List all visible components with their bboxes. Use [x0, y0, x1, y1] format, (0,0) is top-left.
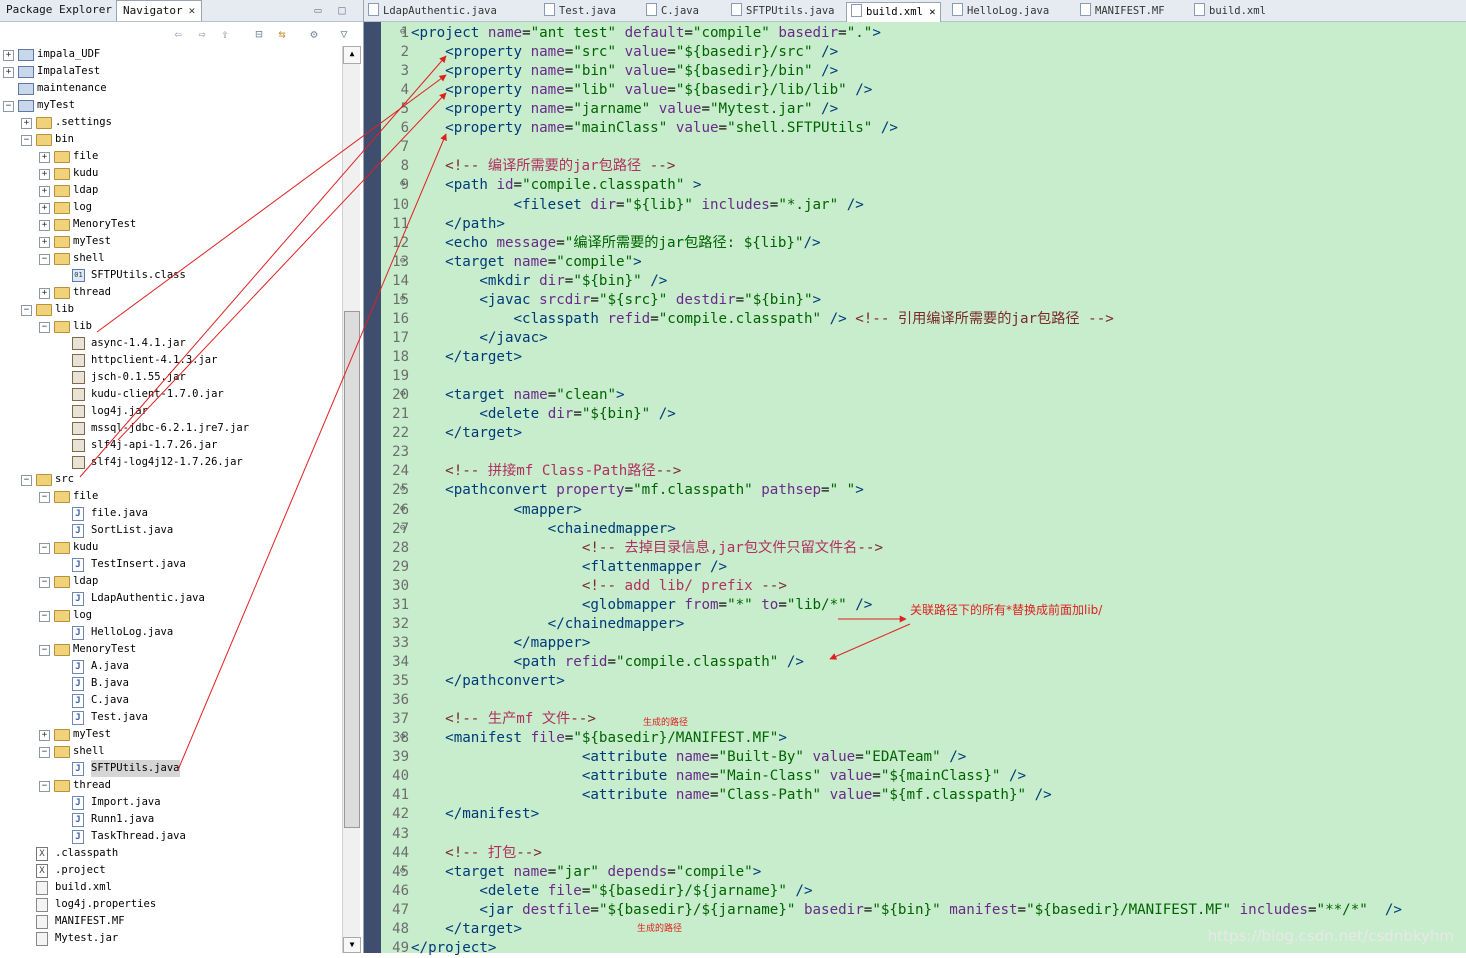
annotation-arrows [79, 55, 911, 771]
arrow-lib-to-lib-property [117, 92, 447, 441]
arrow-bin-to-bin-property [96, 74, 447, 333]
arrow-sftputils-to-mainclass [177, 133, 447, 771]
arrow-to-path-refid [829, 623, 911, 660]
arrow-src-to-src-property [79, 55, 447, 478]
